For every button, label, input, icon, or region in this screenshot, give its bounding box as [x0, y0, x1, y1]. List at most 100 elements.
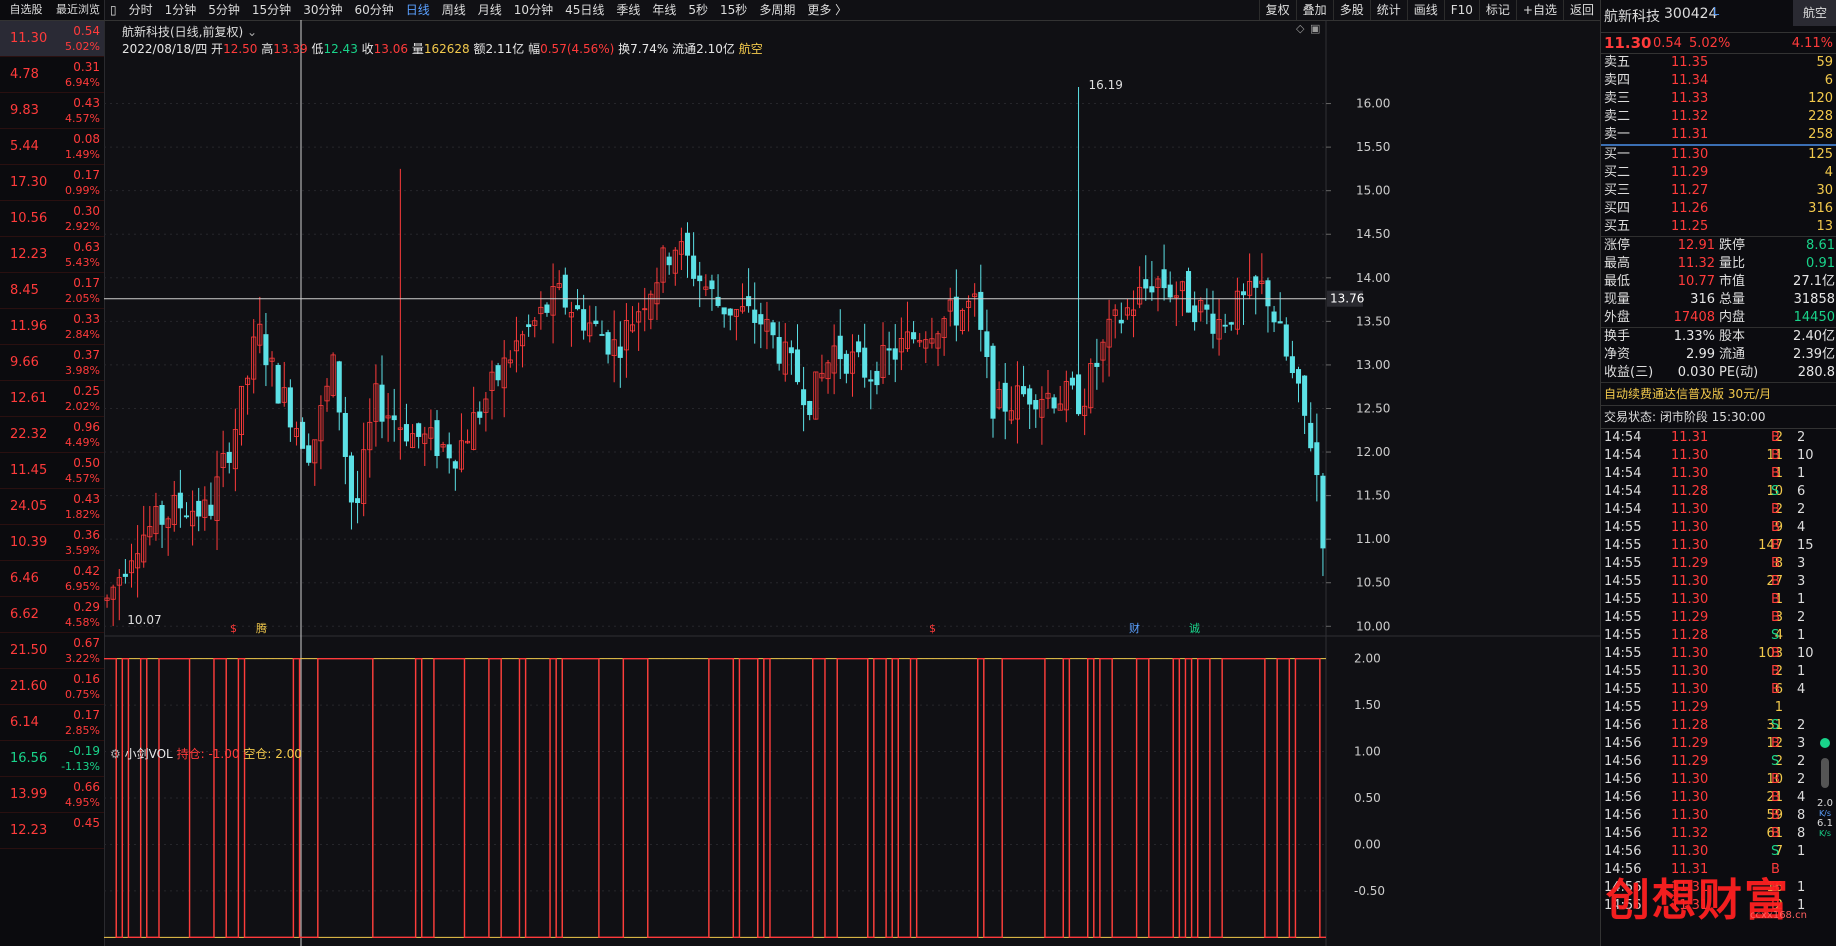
watchlist-row[interactable]: 6.62 0.29 4.58%	[0, 597, 104, 633]
bid-row[interactable]: 买四 11.26 316	[1601, 200, 1836, 218]
watchlist-row[interactable]: 8.45 0.17 2.05%	[0, 273, 104, 309]
bid-row[interactable]: 买三 11.27 30	[1601, 182, 1836, 200]
toolbar-button[interactable]: 复权	[1258, 0, 1296, 20]
period-tab[interactable]: 分时	[123, 0, 159, 20]
period-tab[interactable]: 更多 〉	[801, 0, 853, 20]
tab-watchlist[interactable]: 自选股	[0, 0, 52, 20]
period-tab[interactable]: 年线	[646, 0, 682, 20]
event-marker[interactable]: 诚	[1189, 622, 1200, 635]
watchlist-row[interactable]: 6.46 0.42 6.95%	[0, 561, 104, 597]
tick-price: 11.30	[1671, 646, 1709, 661]
toolbar-button[interactable]: F10	[1443, 0, 1479, 20]
watchlist-row[interactable]: 11.45 0.50 4.57%	[0, 453, 104, 489]
period-tab[interactable]: 10分钟	[508, 0, 559, 20]
watchlist-row[interactable]: 21.60 0.16 0.75%	[0, 669, 104, 705]
candle-body	[403, 424, 409, 442]
watch-change-pct: -1.13%	[61, 760, 100, 773]
layout-icon[interactable]: ▯	[104, 0, 123, 20]
toolbar-button[interactable]: 多股	[1332, 0, 1370, 20]
period-tab[interactable]: 1分钟	[159, 0, 203, 20]
stat-value: 316	[1690, 292, 1715, 307]
watchlist-row[interactable]: 12.61 0.25 2.02%	[0, 381, 104, 417]
watchlist-row[interactable]: 4.78 0.31 6.94%	[0, 57, 104, 93]
period-tab[interactable]: 多周期	[753, 0, 801, 20]
period-tab[interactable]: 5分钟	[202, 0, 246, 20]
ask-row[interactable]: 卖二 11.32 228	[1601, 108, 1836, 126]
period-tab[interactable]: 15秒	[714, 0, 753, 20]
event-marker[interactable]: 腾	[256, 621, 267, 635]
period-tab[interactable]: 60分钟	[348, 0, 399, 20]
period-tab[interactable]: 日线	[400, 0, 436, 20]
chart-canvas[interactable]: 16.00 15.50 15.00 14.50 14.00 13.50 13.00 12.50…	[104, 20, 1600, 946]
ask-row[interactable]: 卖一 11.31 258	[1601, 126, 1836, 144]
tab-recent[interactable]: 最近浏览	[52, 0, 104, 20]
watchlist-row[interactable]: 22.32 0.96 4.49%	[0, 417, 104, 453]
sector-button[interactable]: 航空	[1793, 0, 1836, 26]
event-marker[interactable]: 财	[1129, 621, 1140, 635]
low-label: 低	[311, 42, 324, 56]
toolbar-button[interactable]: 返回	[1562, 0, 1600, 20]
watch-change-pct: 4.49%	[65, 436, 100, 449]
toolbar-button[interactable]: 叠加	[1295, 0, 1333, 20]
tick-count: 8	[1797, 808, 1806, 823]
watchlist-row[interactable]: 9.66 0.37 3.98%	[0, 345, 104, 381]
toolbar-button[interactable]: +自选	[1515, 0, 1563, 20]
watchlist-row[interactable]: 16.56 -0.19 -1.13%	[0, 741, 104, 777]
period-tab[interactable]: 15分钟	[246, 0, 297, 20]
amp-label: 幅	[528, 42, 541, 56]
subscription-ad[interactable]: 自动续费通达信普及版 30元/月	[1601, 383, 1836, 406]
tick-price: 11.29	[1671, 610, 1709, 625]
ask-row[interactable]: 卖四 11.34 6	[1601, 72, 1836, 90]
watchlist-row[interactable]: 13.99 0.66 4.95%	[0, 777, 104, 813]
tick-list[interactable]: 14:54 11.31 2 B 2 14:54 11.30 1 1 B 10 14:54 11.30 1 B…	[1601, 429, 1836, 915]
watchlist-row[interactable]: 17.30 0.17 0.99%	[0, 165, 104, 201]
expand-icon[interactable]: ▣	[1310, 22, 1320, 35]
level-price: 11.29	[1671, 165, 1709, 180]
period-tab[interactable]: 5秒	[682, 0, 714, 20]
bid-row[interactable]: 买五 11.25 13	[1601, 218, 1836, 236]
watchlist-row[interactable]: 9.83 0.43 4.57%	[0, 93, 104, 129]
sector-tag[interactable]: 航空	[739, 42, 763, 56]
mark-button[interactable]: 标记	[1478, 0, 1516, 20]
period-tab[interactable]: 30分钟	[297, 0, 348, 20]
watchlist-row[interactable]: 21.50 0.67 3.22%	[0, 633, 104, 669]
toolbar-button[interactable]: 统计	[1369, 0, 1407, 20]
chevron-down-icon[interactable]: ⌄	[247, 25, 257, 39]
candle-body	[911, 332, 917, 340]
watchlist-row[interactable]: 12.23 0.45	[0, 813, 104, 849]
watch-change: 0.25	[73, 384, 100, 398]
toolbar-button[interactable]: 画线	[1406, 0, 1444, 20]
ask-row[interactable]: 卖三 11.33 120	[1601, 90, 1836, 108]
watchlist-row[interactable]: 6.14 0.17 2.85%	[0, 705, 104, 741]
candle-body	[617, 346, 623, 358]
kline-chart[interactable]: 16.00 15.50 15.00 14.50 14.00 13.50 13.00 12.50…	[104, 20, 1600, 946]
event-marker[interactable]: $	[929, 622, 936, 635]
tick-price: 11.29	[1671, 700, 1709, 715]
watch-change: 0.96	[73, 420, 100, 434]
diamond-icon[interactable]: ◇	[1296, 22, 1305, 35]
speed-slider[interactable]	[1821, 758, 1829, 788]
watchlist-row[interactable]: 10.56 0.30 2.92%	[0, 201, 104, 237]
watchlist-row[interactable]: 5.44 0.08 1.49%	[0, 129, 104, 165]
watchlist-row[interactable]: 10.39 0.36 3.59%	[0, 525, 104, 561]
period-tab[interactable]: 月线	[472, 0, 508, 20]
period-tab[interactable]: 季线	[610, 0, 646, 20]
tick-count: 1	[1797, 466, 1806, 481]
tick-price: 11.31	[1671, 430, 1709, 445]
ask-row[interactable]: 卖五 11.35 59	[1601, 54, 1836, 72]
candle-body	[452, 461, 458, 469]
candle-body	[336, 361, 342, 413]
gear-icon[interactable]: ⚙	[110, 747, 121, 761]
indicator-name[interactable]: 小剑VOL	[125, 747, 173, 761]
watchlist-row[interactable]: 11.30 0.54 5.02%	[0, 21, 104, 57]
candle-body	[1161, 269, 1167, 289]
bid-row[interactable]: 买一 11.30 125	[1601, 146, 1836, 164]
event-marker[interactable]: $	[230, 622, 237, 635]
watchlist-row[interactable]: 24.05 0.43 1.82%	[0, 489, 104, 525]
period-tab[interactable]: 周线	[436, 0, 472, 20]
bid-row[interactable]: 买二 11.29 4	[1601, 164, 1836, 182]
watchlist-row[interactable]: 12.23 0.63 5.43%	[0, 237, 104, 273]
candle-body	[434, 420, 440, 456]
period-tab[interactable]: 45日线	[559, 0, 610, 20]
watchlist-row[interactable]: 11.96 0.33 2.84%	[0, 309, 104, 345]
